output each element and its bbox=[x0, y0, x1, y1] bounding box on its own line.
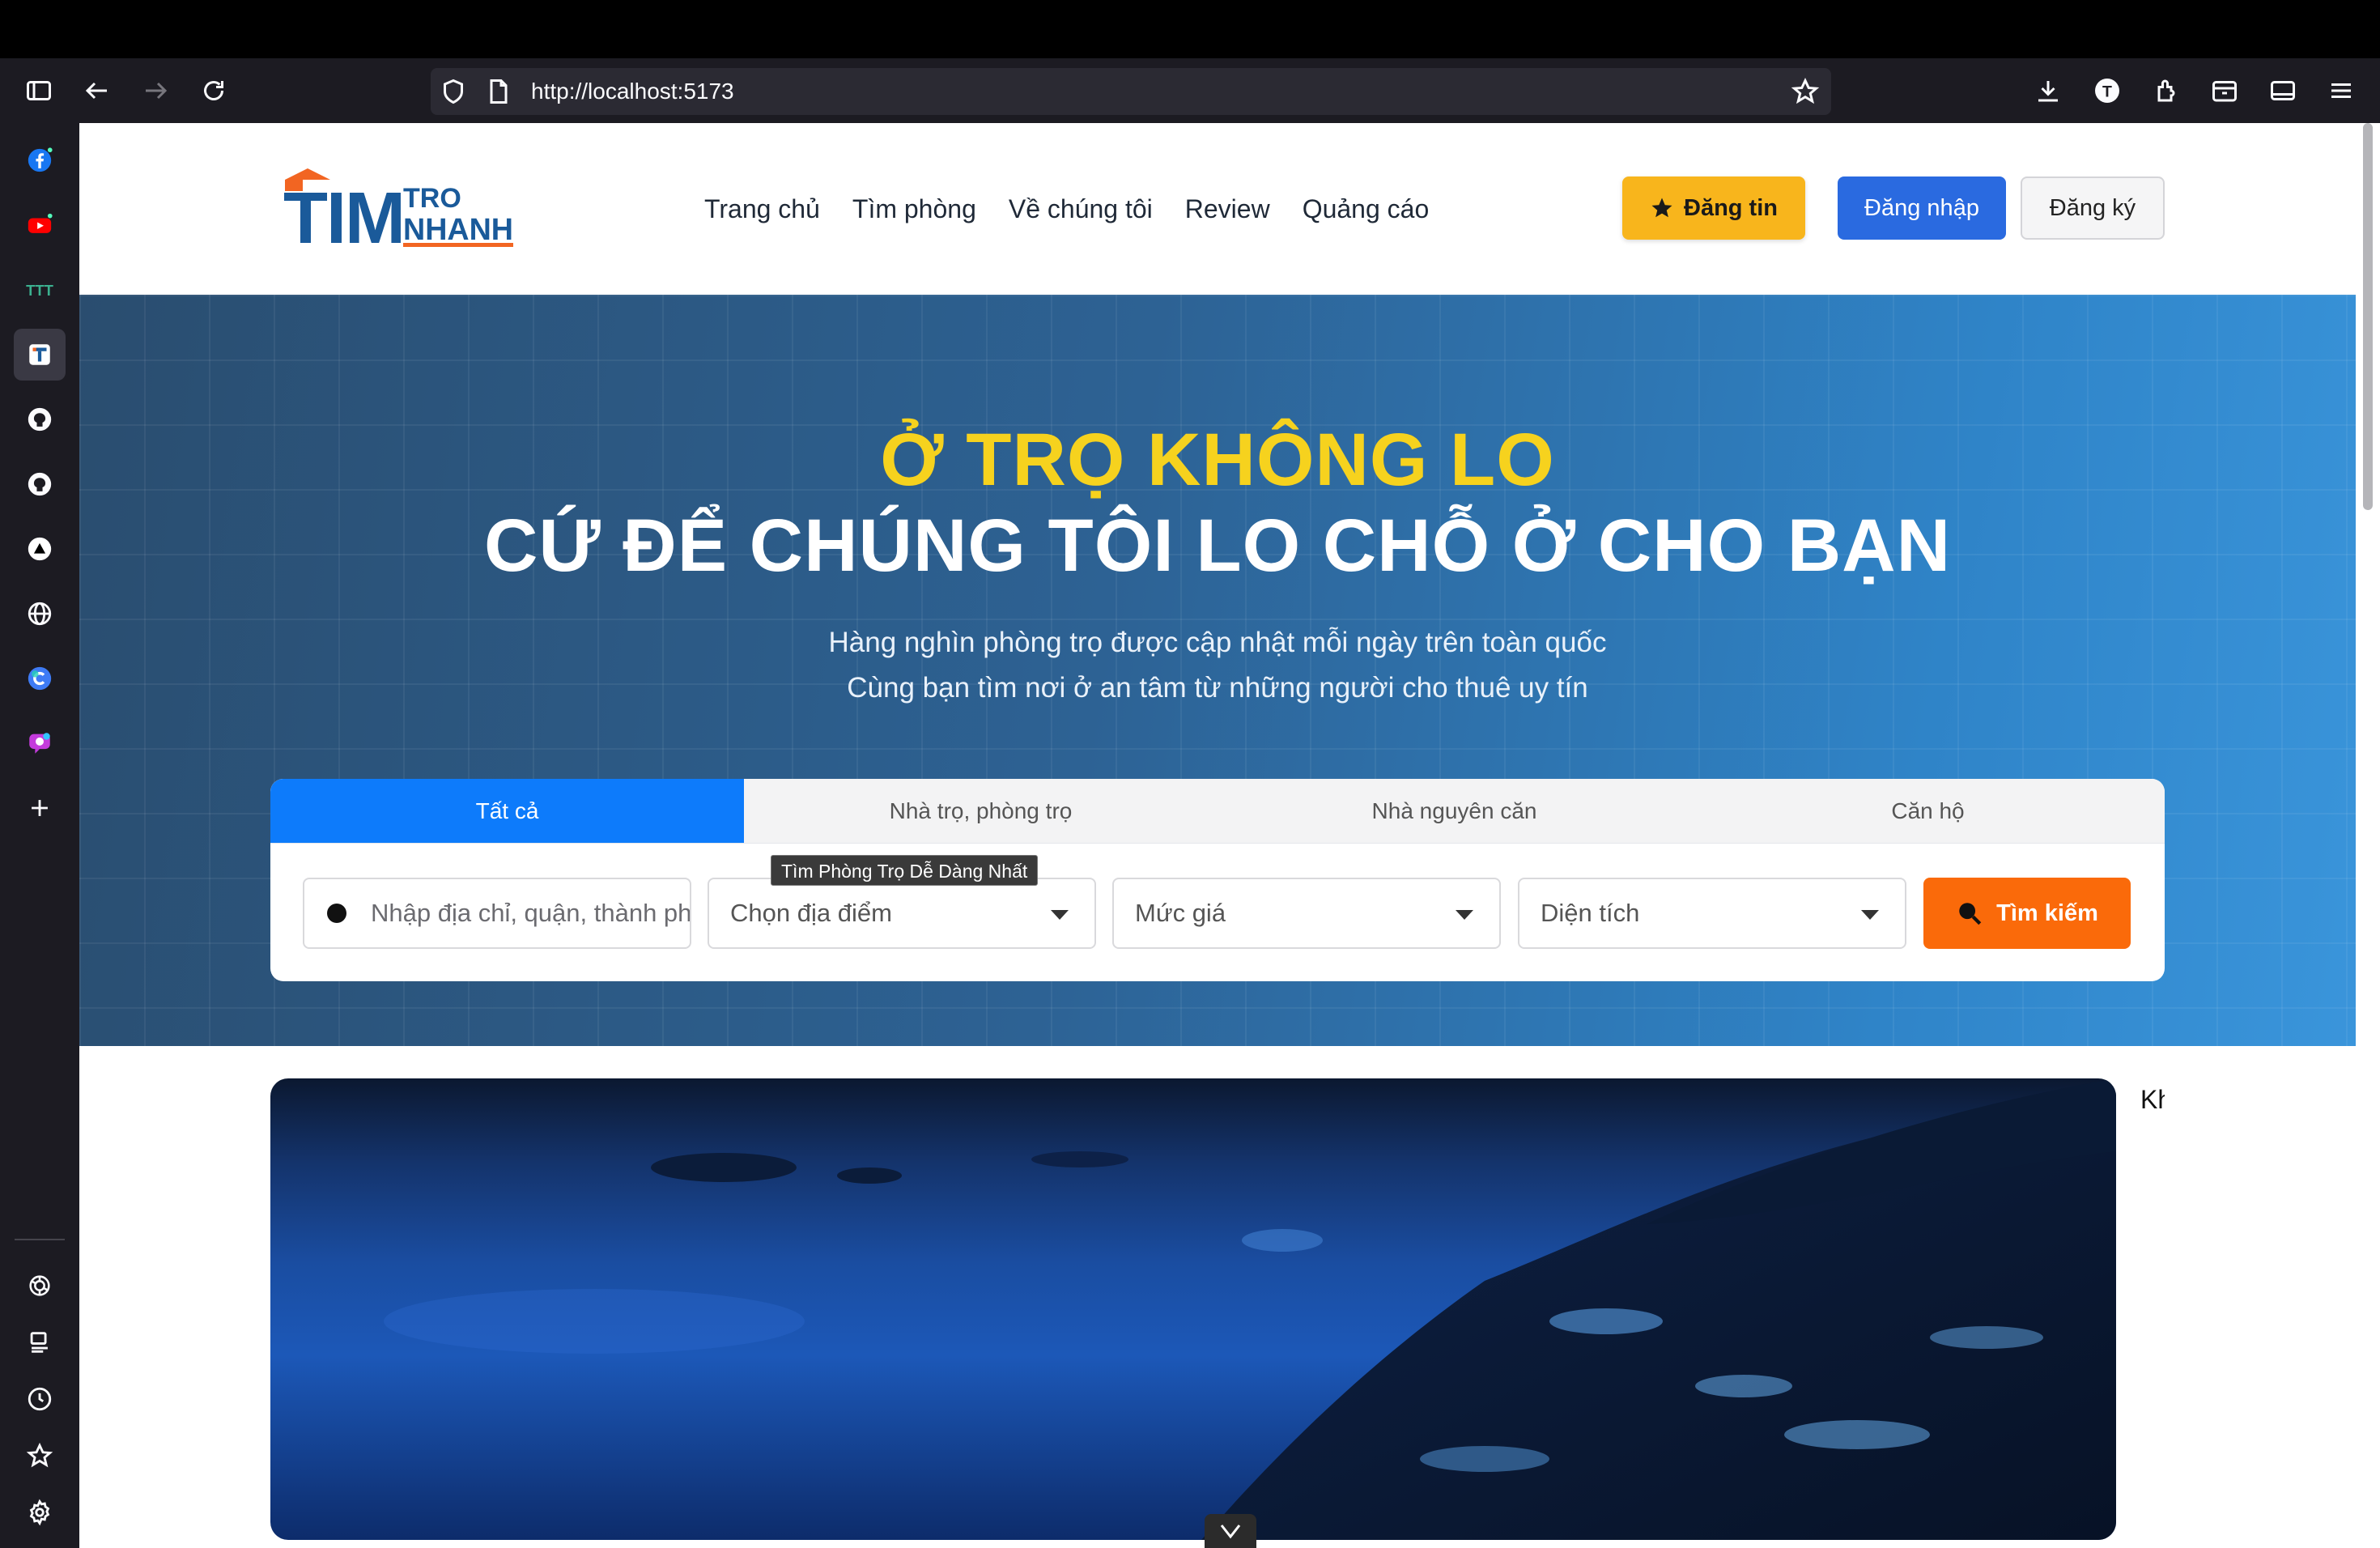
location-select-value: Chọn địa điểm bbox=[730, 899, 892, 927]
site-header: TIM TRO NHANH Trang chủ Tìm phòng Về chú… bbox=[79, 123, 2356, 295]
account-icon[interactable]: T bbox=[2085, 58, 2130, 123]
hero-subtitle-line1: Hàng nghìn phòng trọ được cập nhật mỗi n… bbox=[828, 627, 1607, 658]
post-listing-button[interactable]: Đăng tin bbox=[1622, 176, 1805, 240]
menu-icon[interactable] bbox=[2318, 58, 2364, 123]
logo-top-text: TRO bbox=[403, 183, 461, 214]
hero-subtitle-line2: Cùng bạn tìm nơi ở an tâm từ những người… bbox=[847, 672, 1588, 704]
address-search-input[interactable]: Nhập địa chỉ, quận, thành phố bbox=[303, 878, 691, 949]
download-icon[interactable] bbox=[2025, 58, 2071, 123]
browser-sidebar: TTT bbox=[0, 123, 79, 1548]
copilot-icon[interactable] bbox=[14, 653, 66, 704]
location-select[interactable]: Chọn địa điểm bbox=[708, 878, 1096, 949]
nav-ads[interactable]: Quảng cáo bbox=[1303, 194, 1430, 224]
timtro-icon[interactable] bbox=[14, 329, 66, 381]
forward-arrow-icon[interactable] bbox=[133, 58, 178, 123]
scroll-down-chevron-icon[interactable] bbox=[1205, 1514, 1256, 1548]
web-page: TIM TRO NHANH Trang chủ Tìm phòng Về chú… bbox=[79, 123, 2356, 1548]
plus-icon[interactable] bbox=[14, 782, 66, 834]
nav-review[interactable]: Review bbox=[1185, 194, 1270, 224]
container-icon[interactable] bbox=[2202, 58, 2247, 123]
logo-bottom-text: NHANH bbox=[403, 213, 513, 247]
svg-text:TTT: TTT bbox=[26, 282, 53, 299]
scrollbar-thumb[interactable] bbox=[2363, 123, 2373, 510]
price-select[interactable]: Mức giá bbox=[1112, 878, 1501, 949]
site-logo[interactable]: TIM TRO NHANH bbox=[283, 165, 518, 259]
register-button[interactable]: Đăng ký bbox=[2021, 176, 2165, 240]
extensions-icon[interactable] bbox=[2144, 58, 2189, 123]
hero-title-line2: CỨ ĐỂ CHÚNG TÔI LO CHỖ Ở CHO BẠN bbox=[483, 504, 1952, 587]
login-button[interactable]: Đăng nhập bbox=[1838, 176, 2006, 240]
banner-image[interactable] bbox=[270, 1078, 2116, 1540]
tab-rooms[interactable]: Nhà trọ, phòng trọ bbox=[744, 779, 1218, 843]
sidebar-toggle-icon[interactable] bbox=[16, 58, 62, 123]
search-button[interactable]: Tìm kiếm bbox=[1923, 878, 2131, 949]
caret-down-icon bbox=[1051, 910, 1069, 920]
hero-section: Ở TRỌ KHÔNG LO CỨ ĐỂ CHÚNG TÔI LO CHỖ Ở … bbox=[79, 295, 2356, 1046]
nav-find-room[interactable]: Tìm phòng bbox=[852, 194, 976, 224]
address-placeholder: Nhập địa chỉ, quận, thành phố bbox=[371, 899, 690, 927]
tab-view-icon[interactable] bbox=[2260, 58, 2306, 123]
post-listing-label: Đăng tin bbox=[1684, 194, 1778, 221]
window-titlebar bbox=[0, 0, 2380, 58]
sidebar-separator bbox=[15, 1239, 65, 1240]
nav-about[interactable]: Về chúng tôi bbox=[1009, 194, 1153, 224]
page-icon bbox=[490, 79, 508, 104]
openai-icon[interactable] bbox=[14, 1260, 66, 1312]
caret-down-icon bbox=[1456, 910, 1473, 920]
url-text[interactable]: http://localhost:5173 bbox=[531, 68, 734, 115]
app-icon[interactable]: TTT bbox=[14, 264, 66, 316]
tab-whole-house[interactable]: Nhà nguyên căn bbox=[1218, 779, 1691, 843]
tab-apartment[interactable]: Căn hộ bbox=[1691, 779, 2165, 843]
star-icon[interactable] bbox=[14, 1430, 66, 1482]
caret-down-icon bbox=[1861, 910, 1879, 920]
price-select-value: Mức giá bbox=[1135, 899, 1226, 927]
search-tabs: Tất cả Nhà trọ, phòng trọ Nhà nguyên căn… bbox=[270, 779, 2165, 844]
history-icon[interactable] bbox=[14, 1373, 66, 1425]
search-button-label: Tìm kiếm bbox=[1996, 899, 2098, 926]
facebook-icon[interactable] bbox=[14, 134, 66, 186]
search-card: Tất cả Nhà trọ, phòng trọ Nhà nguyên căn… bbox=[270, 779, 2165, 981]
chat-icon[interactable] bbox=[14, 717, 66, 769]
main-nav: Trang chủ Tìm phòng Về chúng tôi Review … bbox=[704, 123, 1429, 295]
youtube-icon[interactable] bbox=[14, 199, 66, 251]
settings-icon[interactable] bbox=[14, 1486, 66, 1538]
screenshot-icon[interactable] bbox=[14, 1316, 66, 1368]
location-dot-icon bbox=[327, 904, 346, 923]
bookmark-star-icon[interactable] bbox=[1791, 77, 1820, 106]
tooltip: Tìm Phòng Trọ Dễ Dàng Nhất bbox=[771, 855, 1039, 886]
github-icon[interactable] bbox=[14, 393, 66, 445]
logo-main-text: TIM bbox=[283, 178, 404, 254]
vercel-icon[interactable] bbox=[14, 523, 66, 575]
side-heading: Kh bbox=[2140, 1085, 2165, 1114]
globe-icon[interactable] bbox=[14, 588, 66, 640]
page-scrollbar[interactable] bbox=[2356, 123, 2380, 1548]
star-icon bbox=[1651, 198, 1672, 218]
url-bar[interactable]: http://localhost:5173 bbox=[431, 68, 1831, 115]
shield-icon[interactable] bbox=[439, 77, 468, 106]
nav-home[interactable]: Trang chủ bbox=[704, 194, 820, 224]
back-arrow-icon[interactable] bbox=[74, 58, 120, 123]
area-select[interactable]: Diện tích bbox=[1518, 878, 1906, 949]
night-beach-image bbox=[384, 1078, 2116, 1540]
github-icon[interactable] bbox=[14, 458, 66, 510]
area-select-value: Diện tích bbox=[1541, 899, 1640, 927]
svg-text:T: T bbox=[2102, 83, 2112, 101]
tab-all[interactable]: Tất cả bbox=[270, 779, 744, 843]
reload-icon[interactable] bbox=[191, 58, 236, 123]
hero-title-line1: Ở TRỌ KHÔNG LO bbox=[880, 419, 1555, 501]
search-icon bbox=[1959, 903, 1982, 925]
